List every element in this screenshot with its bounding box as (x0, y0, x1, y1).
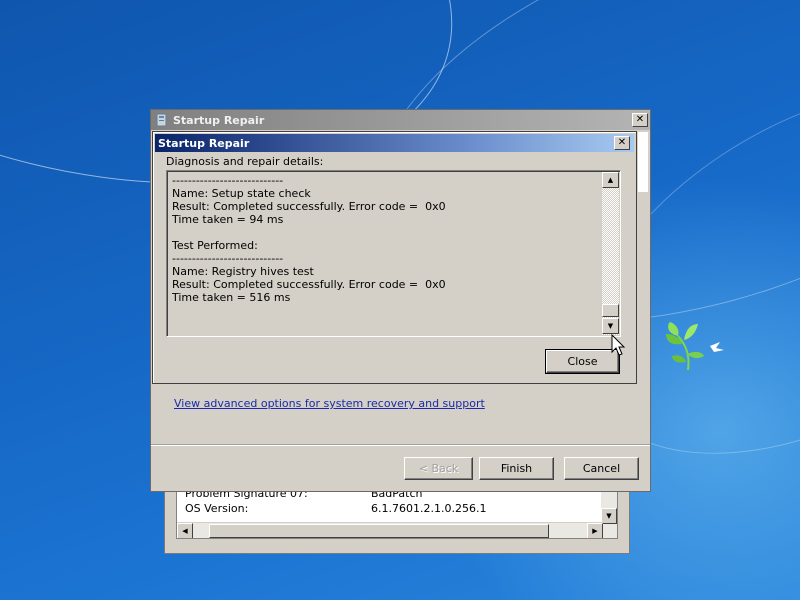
dialog-title: Startup Repair (158, 137, 250, 150)
details-label: Diagnosis and repair details: (166, 155, 324, 168)
horizontal-scrollbar[interactable]: ◀ ▶ (177, 522, 603, 538)
scroll-left-button[interactable]: ◀ (177, 523, 193, 538)
finish-button[interactable]: Finish (479, 457, 554, 480)
window-edge (638, 132, 648, 192)
details-line: Time taken = 94 ms (172, 213, 284, 226)
details-line: ---------------------------- (172, 252, 284, 265)
details-line: Test Performed: (172, 239, 258, 252)
scroll-right-button[interactable]: ▶ (587, 523, 603, 538)
close-button[interactable]: Close (545, 349, 620, 374)
details-text: ---------------------------- Name: Setup… (172, 174, 602, 334)
close-icon[interactable]: ✕ (614, 136, 630, 150)
details-line: Result: Completed successfully. Error co… (172, 200, 446, 213)
dialog-title-bar[interactable]: Startup Repair ✕ (155, 134, 634, 152)
details-textbox[interactable]: ---------------------------- Name: Setup… (166, 170, 621, 337)
details-line: Result: Completed successfully. Error co… (172, 278, 446, 291)
startup-repair-icon (156, 113, 167, 127)
details-line: Time taken = 516 ms (172, 291, 291, 304)
vertical-scrollbar[interactable]: ▼ (601, 488, 617, 538)
details-line: Name: Registry hives test (172, 265, 314, 278)
details-line (172, 226, 602, 239)
close-icon[interactable]: ✕ (632, 113, 648, 127)
list-item: OS Version: 6.1.7601.2.1.0.256.1 (185, 502, 486, 516)
row-label: OS Version: (185, 502, 249, 515)
details-line: ---------------------------- (172, 174, 284, 187)
cancel-button[interactable]: Cancel (564, 457, 639, 480)
window-title-bar[interactable]: Startup Repair ✕ (151, 110, 650, 130)
row-value: 6.1.7601.2.1.0.256.1 (371, 502, 487, 515)
divider (151, 444, 650, 446)
problem-details-list: Problem Signature 07: BadPatch OS Versio… (176, 487, 618, 539)
scroll-down-button[interactable]: ▼ (602, 318, 619, 334)
back-button[interactable]: < Back (404, 457, 473, 480)
advanced-options-link[interactable]: View advanced options for system recover… (174, 397, 485, 410)
repair-details-dialog: Startup Repair ✕ Diagnosis and repair de… (152, 131, 637, 384)
window-title: Startup Repair (173, 114, 265, 127)
scroll-up-button[interactable]: ▲ (602, 172, 619, 188)
vertical-scroll-thumb[interactable] (602, 304, 619, 317)
mouse-pointer-icon (611, 334, 626, 356)
details-line: Name: Setup state check (172, 187, 311, 200)
windows-logo-plant-icon (666, 322, 724, 371)
scroll-down-button[interactable]: ▼ (601, 508, 617, 524)
horizontal-scroll-thumb[interactable] (209, 524, 549, 538)
vertical-scrollbar[interactable]: ▲ ▼ (602, 172, 619, 335)
